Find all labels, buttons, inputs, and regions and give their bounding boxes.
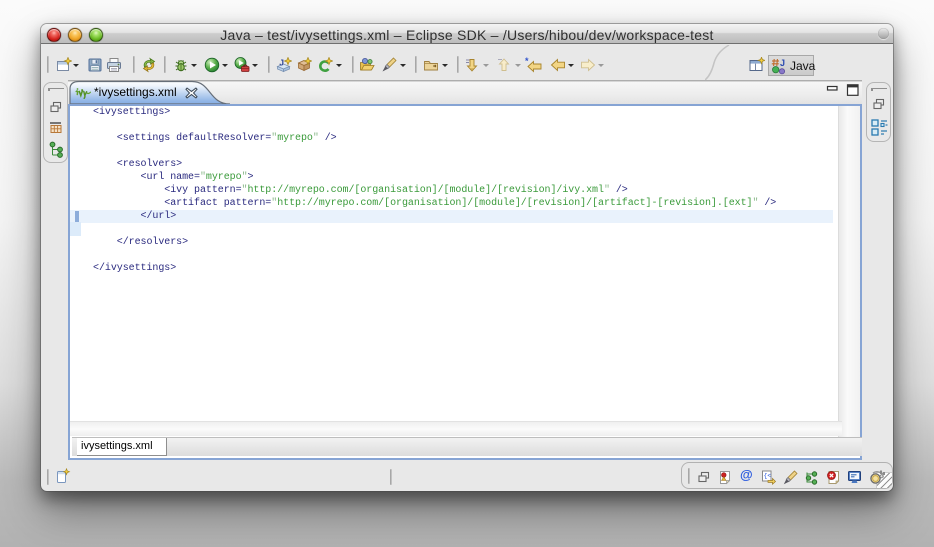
svg-text:{<: {<	[764, 473, 772, 480]
svg-text:*: *	[525, 57, 529, 66]
svg-text:J: J	[279, 58, 284, 68]
svg-text:J: J	[780, 58, 785, 68]
